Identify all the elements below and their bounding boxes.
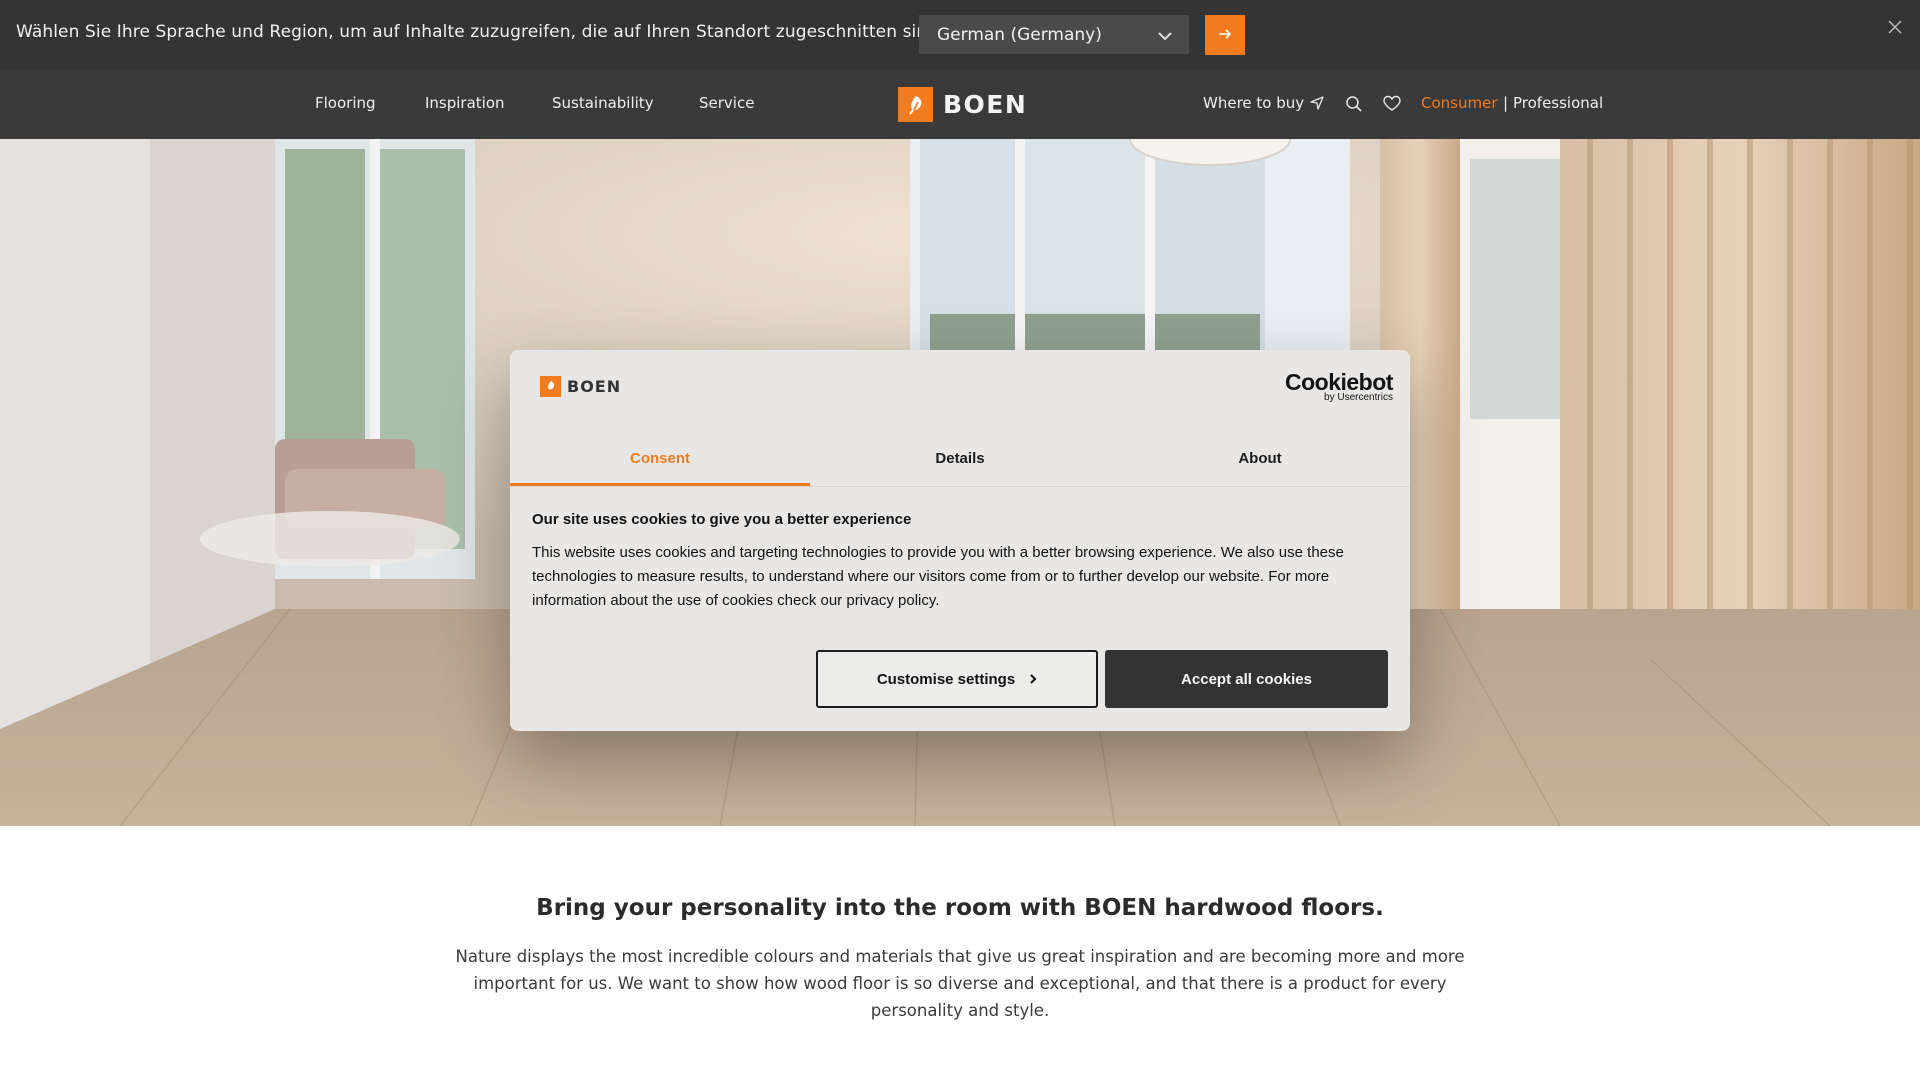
navigation-arrow-icon[interactable] — [1309, 95, 1327, 113]
intro-text: Nature displays the most incredible colo… — [455, 947, 1465, 1020]
accept-all-button[interactable]: Accept all cookies — [1105, 650, 1388, 708]
dialog-logo-text: BOEN — [567, 377, 622, 396]
cookiebot-brand-name: Cookiebot — [1285, 369, 1393, 395]
leaf-icon — [540, 376, 561, 397]
boen-logo[interactable]: BOEN — [898, 87, 1027, 122]
nav-link-inspiration[interactable]: Inspiration — [425, 94, 505, 112]
heart-icon[interactable] — [1383, 95, 1401, 113]
intro-title: Bring your personality into the room wit… — [536, 895, 1384, 921]
chevron-down-icon — [1157, 27, 1173, 47]
nav-separator: | — [1503, 94, 1509, 112]
nav-link-sustainability[interactable]: Sustainability — [552, 94, 654, 112]
cookie-tabs: Consent Details About — [510, 442, 1410, 486]
customise-settings-button[interactable]: Customise settings — [816, 650, 1098, 708]
customise-settings-label: Customise settings — [876, 670, 1016, 688]
region-go-button[interactable] — [1205, 15, 1245, 55]
consumer-link[interactable]: Consumer — [1421, 94, 1498, 112]
logo-text: BOEN — [943, 90, 1028, 119]
where-to-buy-link[interactable]: Where to buy — [1203, 94, 1304, 112]
main-nav: Flooring Inspiration Sustainability Serv… — [0, 69, 1920, 139]
leaf-icon — [898, 87, 933, 122]
arrow-right-icon — [1218, 26, 1232, 44]
nav-link-flooring[interactable]: Flooring — [315, 94, 376, 112]
cookie-body: This website uses cookies and targeting … — [532, 544, 1344, 609]
region-message: Wählen Sie Ihre Sprache und Region, um a… — [16, 22, 939, 42]
tabs-divider — [510, 486, 1410, 487]
cookie-title: Our site uses cookies to give you a bett… — [532, 511, 912, 528]
cookiebot-brand[interactable]: Cookiebot by Usercentrics — [1285, 370, 1393, 403]
cookie-dialog: BOEN Cookiebot by Usercentrics Consent D… — [510, 350, 1410, 731]
search-icon[interactable] — [1345, 95, 1363, 113]
page: Wählen Sie Ihre Sprache und Region, um a… — [0, 0, 1920, 1080]
close-icon[interactable] — [1887, 19, 1903, 35]
region-select[interactable]: German (Germany) — [919, 15, 1189, 54]
region-bar: Wählen Sie Ihre Sprache und Region, um a… — [0, 0, 1920, 69]
tab-consent[interactable]: Consent — [510, 442, 810, 486]
nav-link-service[interactable]: Service — [699, 94, 754, 112]
tab-about[interactable]: About — [1110, 442, 1410, 486]
chevron-right-icon — [1029, 673, 1037, 685]
tab-details[interactable]: Details — [810, 442, 1110, 486]
professional-link[interactable]: Professional — [1513, 94, 1603, 112]
region-select-value: German (Germany) — [937, 24, 1102, 45]
dialog-logo: BOEN — [540, 376, 621, 397]
